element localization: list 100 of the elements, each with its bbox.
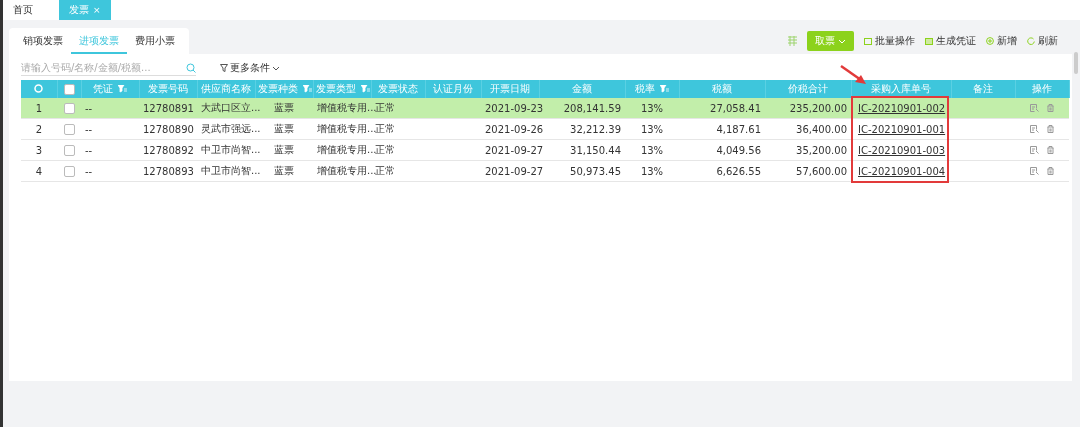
column-header: 税额 bbox=[712, 82, 732, 96]
row-checkbox[interactable] bbox=[63, 102, 75, 114]
toolbar-action[interactable]: 生成凭证 bbox=[925, 34, 976, 48]
filter-icon[interactable] bbox=[660, 85, 669, 93]
column-header: 开票日期 bbox=[490, 82, 530, 96]
trash-icon[interactable] bbox=[1047, 166, 1054, 175]
table-cell: 57,600.00 bbox=[796, 165, 847, 177]
table-cell: -- bbox=[85, 144, 93, 156]
table-cell: 35,200.00 bbox=[796, 144, 847, 156]
table-cell: 2 bbox=[35, 123, 43, 135]
table-cell: 3 bbox=[35, 144, 43, 156]
toolbar-action[interactable]: 刷新 bbox=[1027, 34, 1058, 48]
chevron-down-icon bbox=[272, 65, 280, 71]
column-header: 供应商名称 bbox=[201, 82, 251, 96]
column-header: 发票类型 bbox=[315, 82, 356, 96]
table-cell: 1 bbox=[35, 102, 43, 114]
receipt-number-link[interactable]: IC-20210901-002 bbox=[858, 102, 946, 114]
table-cell: 中卫市尚智... bbox=[201, 144, 261, 155]
table-cell: 235,200.00 bbox=[789, 102, 847, 114]
table-cell: 12780892 bbox=[143, 144, 194, 156]
column-header: 采购入库单号 bbox=[871, 82, 931, 96]
table-cell: 13% bbox=[640, 144, 664, 156]
filter-icon[interactable] bbox=[360, 85, 370, 93]
table-cell: 2021-09-27 bbox=[485, 165, 544, 177]
more-filters-button[interactable]: 更多条件 bbox=[220, 61, 280, 75]
table-cell: 36,400.00 bbox=[796, 123, 847, 135]
table-cell: 27,058.41 bbox=[710, 102, 761, 114]
grid-icon[interactable] bbox=[788, 36, 797, 46]
trash-icon[interactable] bbox=[1047, 103, 1054, 112]
table-cell: -- bbox=[85, 123, 93, 135]
refresh-icon bbox=[1027, 37, 1035, 45]
table-cell: -- bbox=[85, 102, 93, 114]
plus-circle-icon bbox=[986, 37, 994, 45]
trash-icon[interactable] bbox=[1047, 124, 1054, 133]
filter-icon bbox=[220, 64, 228, 72]
arrow-annotation bbox=[839, 64, 869, 86]
column-header: 金额 bbox=[572, 82, 592, 96]
filter-icon[interactable] bbox=[118, 85, 127, 93]
receipt-number-link[interactable]: IC-20210901-004 bbox=[858, 165, 946, 177]
edit-icon[interactable] bbox=[1030, 103, 1039, 112]
table-cell: 正常 bbox=[375, 144, 395, 155]
column-header: 发票种类 bbox=[257, 82, 298, 96]
column-header: 价税合计 bbox=[788, 82, 828, 96]
edit-icon[interactable] bbox=[1030, 124, 1039, 133]
table-cell: 正常 bbox=[375, 102, 395, 113]
invoice-tab[interactable]: 费用小票 bbox=[127, 28, 183, 54]
table-cell: 13% bbox=[640, 165, 664, 177]
table-cell: 中卫市尚智... bbox=[201, 165, 261, 176]
table-cell: 灵武市强远... bbox=[201, 123, 261, 134]
table-cell: 12780893 bbox=[143, 165, 194, 177]
table-row[interactable]: 2 -- 12780890 灵武市强远... 蓝票 增值税专用...正常 2021-09-26 32,212.39 13% 4,187.61 36,400.00 IC-20210901-001 bbox=[21, 118, 1069, 140]
table-cell: 蓝票 bbox=[274, 102, 294, 113]
table-cell: 50,973.45 bbox=[570, 165, 621, 177]
table-cell: 12780890 bbox=[143, 123, 194, 135]
table-cell: 13% bbox=[640, 123, 664, 135]
table-cell: 12780891 bbox=[143, 102, 194, 114]
search-icon bbox=[186, 62, 196, 73]
toolbar-action[interactable]: 批量操作 bbox=[864, 34, 915, 48]
filter-icon[interactable] bbox=[302, 85, 312, 93]
table-cell: 32,212.39 bbox=[570, 123, 621, 135]
table-cell: 208,141.59 bbox=[563, 102, 621, 114]
column-header: 操作 bbox=[1032, 82, 1052, 96]
table-cell: 大武口区立... bbox=[201, 102, 261, 113]
receipt-number-link[interactable]: IC-20210901-003 bbox=[858, 144, 946, 156]
column-header: 备注 bbox=[973, 82, 993, 96]
row-checkbox[interactable] bbox=[63, 165, 75, 177]
table-cell: 4 bbox=[35, 165, 43, 177]
table-row[interactable]: 1 -- 12780891 大武口区立... 蓝票 增值税专用...正常 2021-09-23 208,141.59 13% 27,058.41 235,200.00 IC-20210901-002 bbox=[21, 98, 1069, 119]
list-icon bbox=[864, 37, 872, 45]
document-icon bbox=[925, 37, 933, 45]
table-row[interactable]: 3 -- 12780892 中卫市尚智... 蓝票 增值税专用...正常 2021-09-27 31,150.44 13% 4,049.56 35,200.00 IC-20210901-003 bbox=[21, 139, 1069, 161]
column-header: 发票状态 bbox=[378, 82, 418, 96]
table-cell: 2021-09-27 bbox=[485, 144, 544, 156]
settings-icon[interactable] bbox=[34, 83, 44, 93]
column-header: 认证月份 bbox=[433, 82, 473, 96]
table-cell: 蓝票 bbox=[274, 123, 294, 134]
select-all-checkbox[interactable] bbox=[63, 83, 75, 95]
column-header: 凭证 bbox=[93, 82, 113, 96]
table-cell: 4,187.61 bbox=[716, 123, 761, 135]
invoice-tab[interactable]: 销项发票 bbox=[15, 28, 71, 54]
table-cell: 2021-09-26 bbox=[485, 123, 544, 135]
table-cell: 6,626.55 bbox=[716, 165, 761, 177]
trash-icon[interactable] bbox=[1047, 145, 1054, 154]
scrollbar-thumb[interactable] bbox=[1074, 52, 1078, 74]
table-cell: 蓝票 bbox=[274, 144, 294, 155]
table-cell: 正常 bbox=[375, 123, 395, 134]
table-cell: 31,150.44 bbox=[570, 144, 621, 156]
column-header: 税率 bbox=[635, 82, 655, 96]
table-cell: 13% bbox=[640, 102, 664, 114]
row-checkbox[interactable] bbox=[63, 144, 75, 156]
table-row[interactable]: 4 -- 12780893 中卫市尚智... 蓝票 增值税专用...正常 2021-09-27 50,973.45 13% 6,626.55 57,600.00 IC-20210901-004 bbox=[21, 160, 1069, 182]
edit-icon[interactable] bbox=[1030, 166, 1039, 175]
table-cell: 蓝票 bbox=[274, 165, 294, 176]
chevron-down-icon bbox=[838, 38, 846, 44]
receipt-number-link[interactable]: IC-20210901-001 bbox=[858, 123, 946, 135]
table-cell: 2021-09-23 bbox=[485, 102, 544, 114]
toolbar-action[interactable]: 新增 bbox=[986, 34, 1017, 48]
edit-icon[interactable] bbox=[1030, 145, 1039, 154]
table-cell: 4,049.56 bbox=[716, 144, 761, 156]
row-checkbox[interactable] bbox=[63, 123, 75, 135]
